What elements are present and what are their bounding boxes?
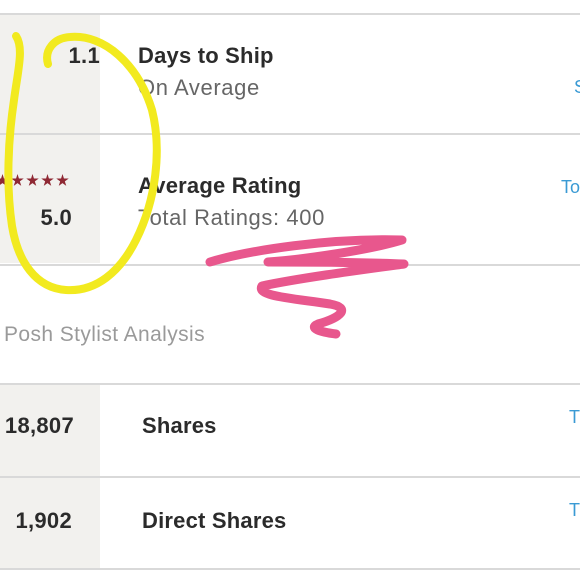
average-rating-link[interactable]: To <box>561 177 580 198</box>
star-icon <box>11 174 24 186</box>
direct-shares-row: 1,902 Direct Shares T <box>0 478 580 568</box>
days-to-ship-title: Days to Ship <box>138 43 274 68</box>
metric-column <box>0 135 100 263</box>
star-icon <box>41 174 54 186</box>
direct-shares-link[interactable]: T <box>569 500 580 521</box>
shares-value: 18,807 <box>4 413 74 438</box>
days-to-ship-row: 1.1 Days to Ship On Average S <box>0 15 580 133</box>
shares-row: 18,807 Shares T <box>0 385 580 476</box>
section-title: Posh Stylist Analysis <box>4 323 205 346</box>
direct-shares-value: 1,902 <box>15 508 72 533</box>
divider <box>0 568 580 570</box>
divider <box>0 264 580 266</box>
average-rating-value: 5.0 <box>40 205 72 230</box>
days-to-ship-link[interactable]: S <box>574 77 580 98</box>
posh-stylist-analysis-header: Posh Stylist Analysis <box>0 303 580 383</box>
star-icon <box>0 174 9 186</box>
days-to-ship-value: 1.1 <box>68 43 100 68</box>
direct-shares-label: Direct Shares <box>142 508 287 533</box>
star-icon <box>56 174 69 186</box>
days-to-ship-subtitle: On Average <box>138 75 260 100</box>
shares-label: Shares <box>142 413 217 438</box>
average-rating-row: 5.0 Average Rating Total Ratings: 400 To <box>0 135 580 263</box>
total-ratings-text: Total Ratings: 400 <box>138 205 325 230</box>
shares-link[interactable]: T <box>569 407 580 428</box>
seller-stats-page: 1.1 Days to Ship On Average S 5.0 Averag… <box>0 0 580 580</box>
average-rating-title: Average Rating <box>138 173 302 198</box>
star-icon <box>26 174 39 186</box>
metric-column <box>0 15 100 133</box>
rating-stars <box>0 174 69 187</box>
